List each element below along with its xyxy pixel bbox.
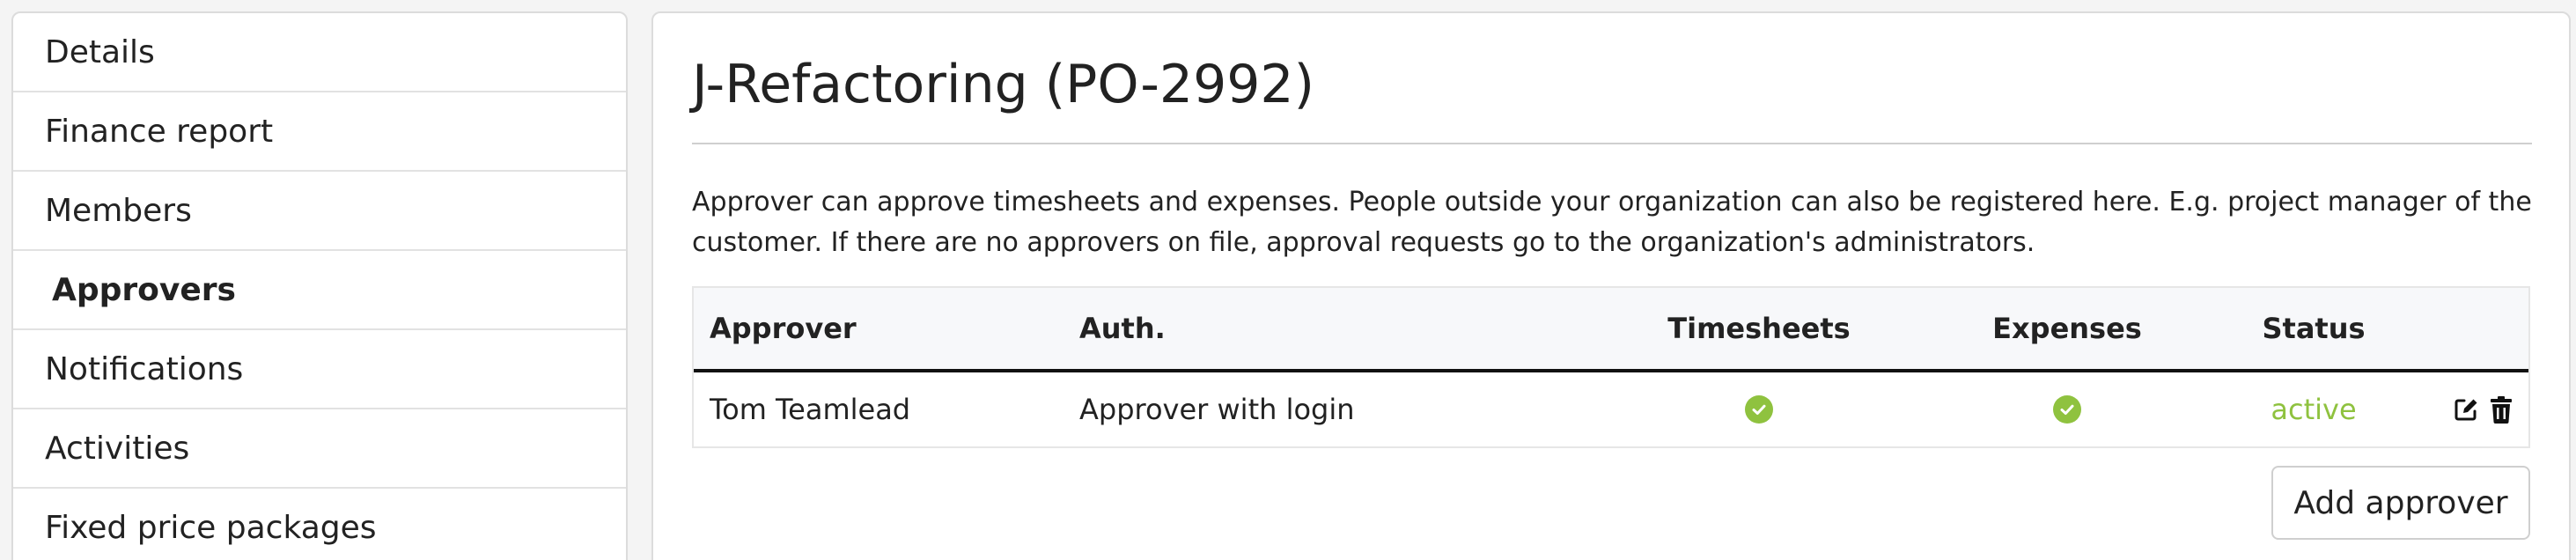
- column-header-approver[interactable]: Approver: [710, 288, 857, 369]
- trash-icon[interactable]: [2486, 394, 2516, 424]
- approver-name: Tom Teamlead: [710, 393, 911, 426]
- sidebar-item-notifications[interactable]: Notifications: [13, 330, 626, 409]
- sidebar-item-label: Activities: [45, 430, 190, 467]
- sidebar-item-label: Notifications: [45, 350, 244, 387]
- check-circle-icon: [1745, 395, 1773, 424]
- sidebar-item-details[interactable]: Details: [13, 13, 626, 92]
- page: Details Finance report Members Approvers…: [0, 0, 2576, 560]
- approvers-table: Approver Auth. Timesheets Expenses Statu…: [692, 286, 2530, 448]
- sidebar-nav: Details Finance report Members Approvers…: [11, 11, 628, 560]
- page-description: Approver can approve timesheets and expe…: [692, 187, 2532, 258]
- sidebar-item-label: Members: [45, 192, 192, 229]
- approver-auth: Approver with login: [1079, 393, 1355, 426]
- sidebar-item-activities[interactable]: Activities: [13, 409, 626, 489]
- page-title: J-Refactoring (PO-2992): [692, 54, 1314, 115]
- expenses-cell: [1935, 372, 2199, 446]
- edit-icon[interactable]: [2451, 394, 2481, 424]
- column-header-status[interactable]: Status: [2226, 288, 2402, 369]
- status-cell: active: [2226, 372, 2402, 446]
- sidebar-item-label: Fixed price packages: [45, 509, 377, 546]
- timesheets-cell: [1627, 372, 1891, 446]
- column-header-timesheets[interactable]: Timesheets: [1627, 288, 1891, 369]
- sidebar-item-approvers[interactable]: Approvers: [13, 251, 626, 330]
- sidebar-item-label: Details: [45, 33, 155, 70]
- main-panel: J-Refactoring (PO-2992) Approver can app…: [651, 11, 2571, 560]
- column-header-expenses[interactable]: Expenses: [1935, 288, 2199, 369]
- check-circle-icon: [2053, 395, 2081, 424]
- sidebar-item-fixed-price-packages[interactable]: Fixed price packages: [13, 489, 626, 560]
- sidebar-item-members[interactable]: Members: [13, 172, 626, 251]
- title-divider: [692, 143, 2532, 144]
- sidebar-item-label: Finance report: [45, 113, 274, 150]
- column-header-auth[interactable]: Auth.: [1079, 288, 1166, 369]
- row-actions: [2446, 372, 2516, 446]
- status-badge: active: [2271, 393, 2357, 426]
- add-approver-button[interactable]: Add approver: [2271, 466, 2530, 540]
- table-header-row: Approver Auth. Timesheets Expenses Statu…: [694, 288, 2528, 372]
- table-row: Tom Teamlead Approver with login active: [694, 372, 2528, 446]
- sidebar-item-finance-report[interactable]: Finance report: [13, 92, 626, 172]
- sidebar-item-label: Approvers: [52, 271, 236, 308]
